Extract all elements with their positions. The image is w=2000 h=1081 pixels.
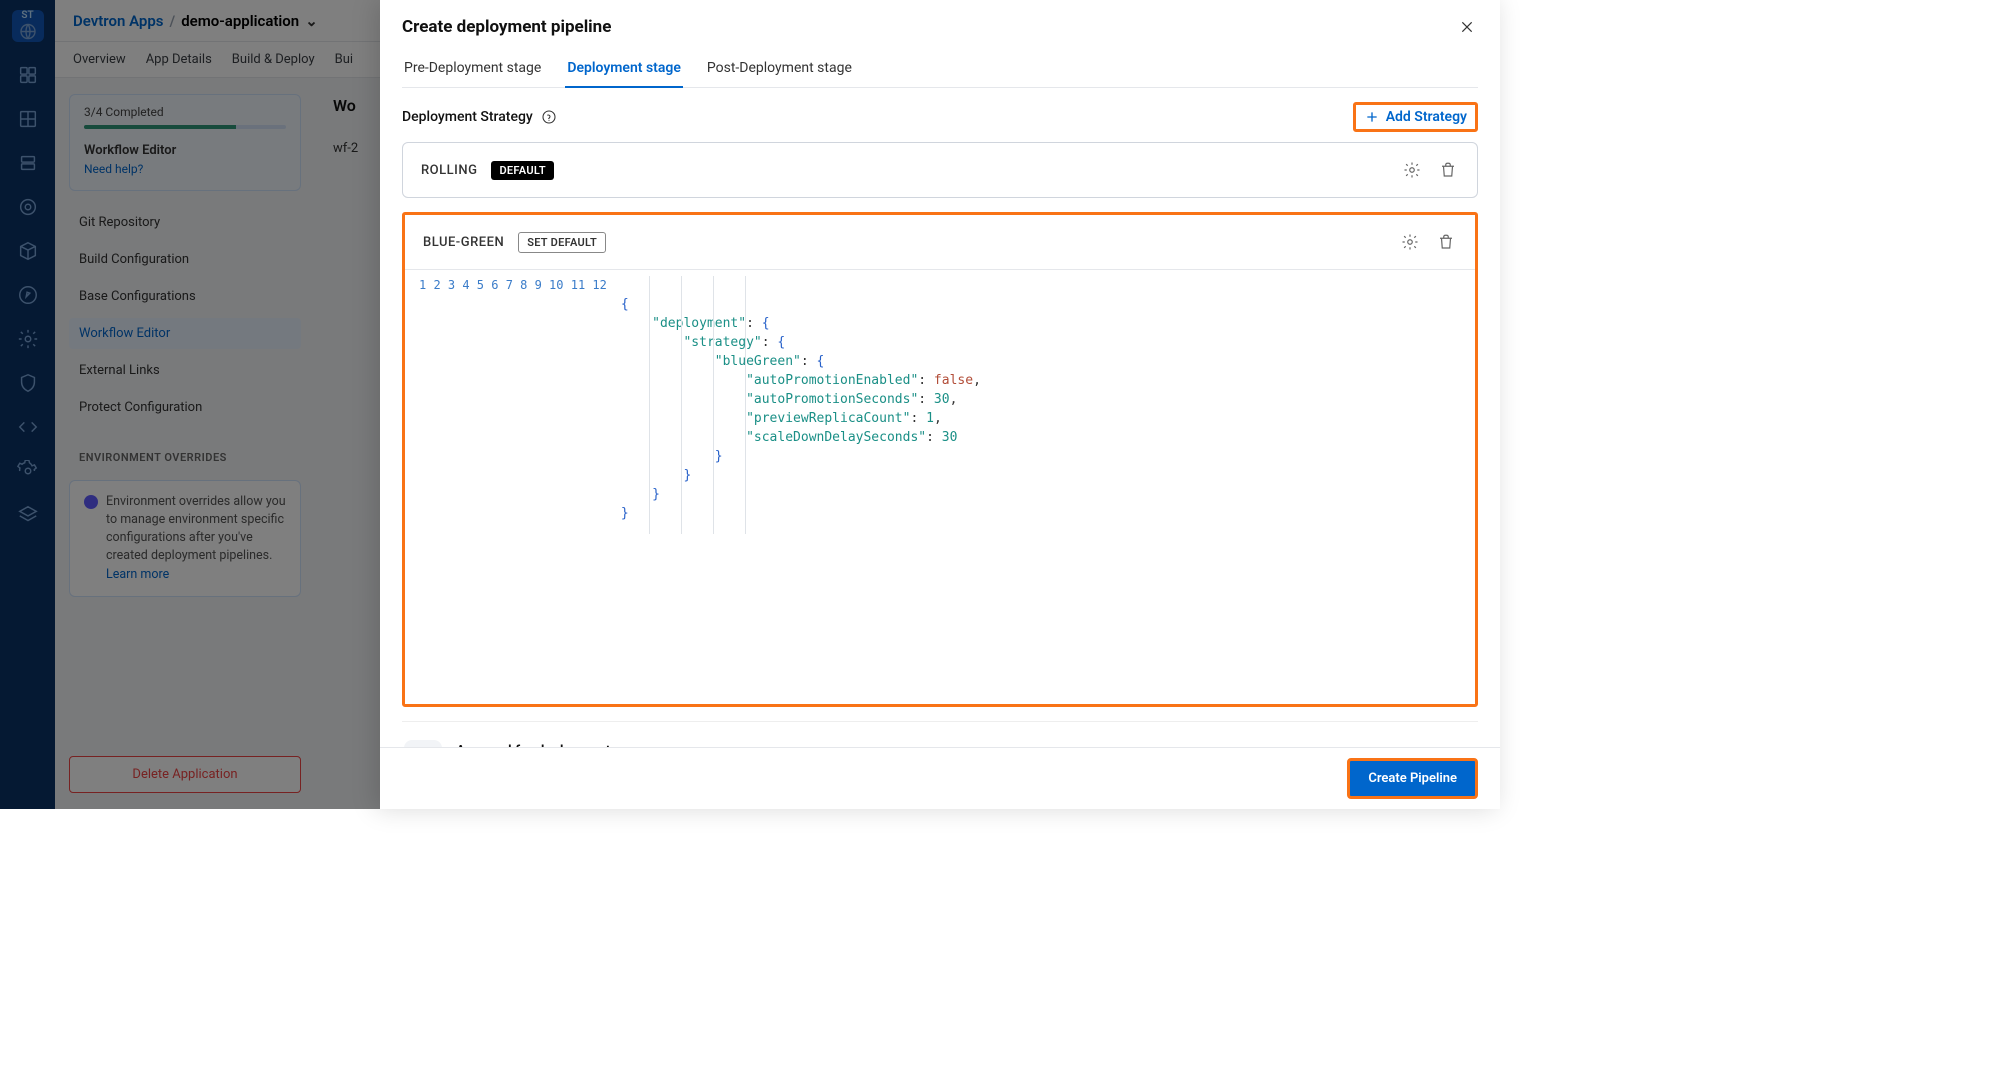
bluegreen-settings-button[interactable] bbox=[1399, 231, 1421, 253]
strategy-rolling-name: ROLLING bbox=[421, 163, 477, 178]
panel-title: Create deployment pipeline bbox=[402, 17, 611, 37]
trash-icon bbox=[1437, 233, 1455, 251]
create-pipeline-panel: Create deployment pipeline Pre-Deploymen… bbox=[380, 0, 1500, 809]
plus-icon bbox=[1364, 109, 1380, 125]
strategy-blue-green-card: BLUE-GREEN SET DEFAULT 1 2 3 4 5 6 7 8 9… bbox=[402, 212, 1478, 707]
strategy-section-header: Deployment Strategy Add Strategy bbox=[402, 102, 1478, 132]
stage-tabs: Pre-Deployment stage Deployment stage Po… bbox=[402, 50, 1478, 88]
set-default-button[interactable]: SET DEFAULT bbox=[518, 232, 606, 253]
approval-row: Approval for deployment Deployment requi… bbox=[402, 721, 1478, 747]
strategy-blue-green-name: BLUE-GREEN bbox=[423, 235, 504, 250]
rolling-delete-button[interactable] bbox=[1437, 159, 1459, 181]
tab-pre-deployment[interactable]: Pre-Deployment stage bbox=[402, 50, 543, 88]
rolling-settings-button[interactable] bbox=[1401, 159, 1423, 181]
panel-header: Create deployment pipeline Pre-Deploymen… bbox=[380, 0, 1500, 88]
trash-icon bbox=[1439, 161, 1457, 179]
code-content[interactable]: { "deployment": { "strategy": { "blueGre… bbox=[617, 270, 991, 624]
panel-body: Deployment Strategy Add Strategy ROLLING… bbox=[380, 88, 1500, 747]
create-pipeline-button[interactable]: Create Pipeline bbox=[1347, 758, 1478, 799]
close-button[interactable] bbox=[1456, 16, 1478, 38]
panel-footer: Create Pipeline bbox=[380, 747, 1500, 809]
strategy-rolling-card: ROLLING DEFAULT bbox=[402, 142, 1478, 198]
close-icon bbox=[1459, 19, 1475, 35]
strategy-code-editor[interactable]: 1 2 3 4 5 6 7 8 9 10 11 12 { "deployment… bbox=[405, 269, 1475, 704]
approval-icon-tile bbox=[404, 740, 442, 747]
code-gutter: 1 2 3 4 5 6 7 8 9 10 11 12 bbox=[405, 270, 617, 624]
gear-icon bbox=[1401, 233, 1419, 251]
tab-deployment[interactable]: Deployment stage bbox=[565, 50, 683, 88]
help-icon[interactable] bbox=[541, 109, 557, 125]
add-strategy-button[interactable]: Add Strategy bbox=[1353, 102, 1478, 132]
tab-post-deployment[interactable]: Post-Deployment stage bbox=[705, 50, 854, 88]
gear-icon bbox=[1403, 161, 1421, 179]
add-strategy-label: Add Strategy bbox=[1386, 109, 1467, 125]
bluegreen-delete-button[interactable] bbox=[1435, 231, 1457, 253]
section-label: Deployment Strategy bbox=[402, 109, 533, 125]
default-chip: DEFAULT bbox=[491, 161, 553, 180]
